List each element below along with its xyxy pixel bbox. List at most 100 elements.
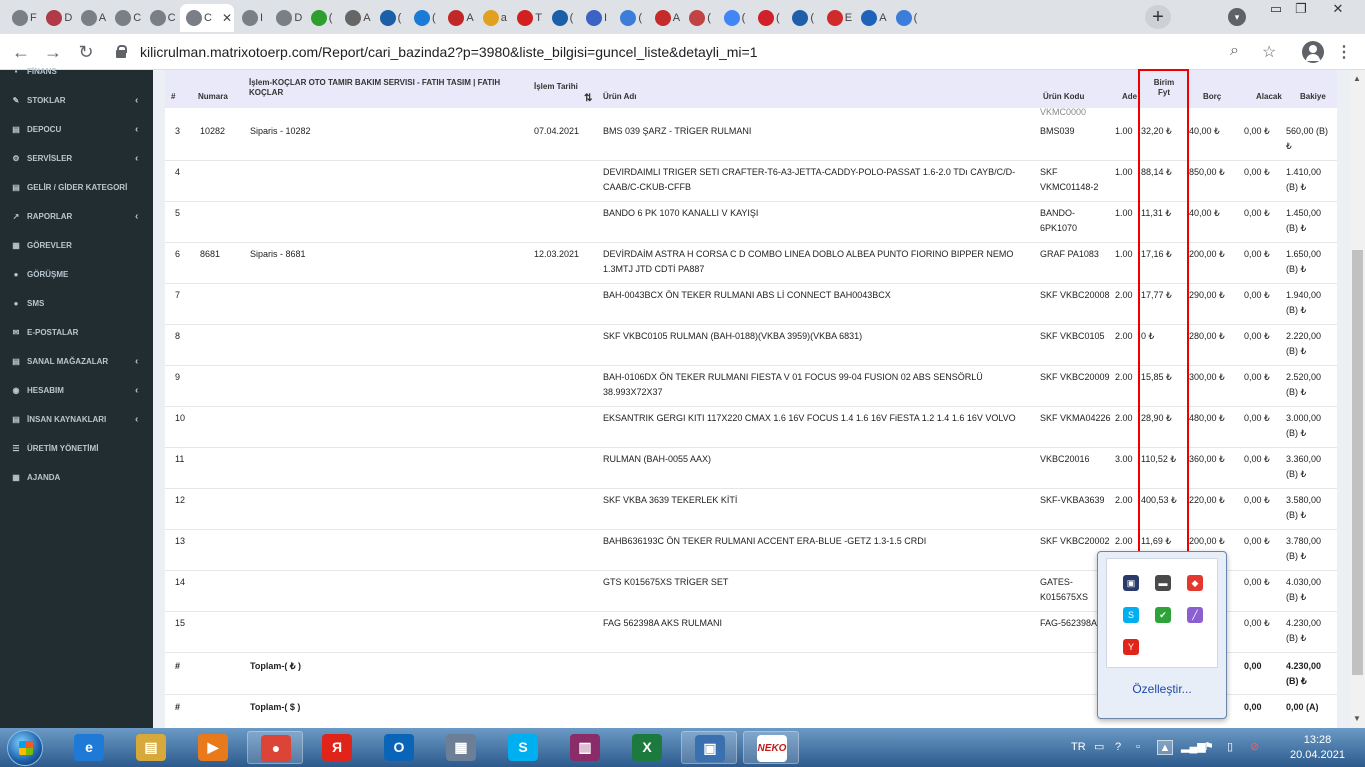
start-button[interactable]	[7, 730, 43, 766]
profile-avatar[interactable]	[1302, 41, 1324, 63]
totals-alacak: 0,00	[1244, 702, 1262, 712]
meeting-icon: ●	[13, 270, 19, 279]
browser-tab[interactable]: I	[236, 4, 270, 32]
keyboard-tray-icon[interactable]: ▭	[1094, 728, 1104, 767]
browser-tab[interactable]: a	[477, 4, 511, 32]
close-window-button[interactable]: ✕	[1328, 0, 1348, 18]
browser-tab[interactable]: C	[144, 4, 178, 32]
sidebar-item[interactable]: ● GÖRÜŞME	[0, 265, 153, 285]
calculator-app[interactable]: ▦	[433, 731, 489, 764]
browser-tab[interactable]: (	[890, 4, 924, 32]
help-tray-icon[interactable]: ?	[1115, 728, 1121, 767]
flag-tray-icon[interactable]: ⚑	[1204, 728, 1214, 767]
explorer-app[interactable]: ▤	[123, 731, 179, 764]
pen-tray-icon[interactable]: ╱	[1187, 607, 1203, 623]
ie-app[interactable]: e	[61, 731, 117, 764]
zoom-icon[interactable]: ⌕	[1230, 42, 1239, 60]
new-tab-button[interactable]: +	[1145, 5, 1171, 29]
browser-tab[interactable]: D	[270, 4, 304, 32]
sidebar-item[interactable]: ▦ AJANDA	[0, 468, 153, 488]
browser-tab[interactable]: (	[546, 4, 580, 32]
browser-tab[interactable]: (	[374, 4, 408, 32]
browser-tab[interactable]: (	[683, 4, 717, 32]
chrome-app[interactable]: ●	[247, 731, 303, 764]
minimize-button[interactable]: ▭	[1266, 0, 1286, 18]
sidebar-item[interactable]: ☰ ÜRETİM YÖNETİMİ	[0, 439, 153, 459]
forward-button[interactable]: →	[43, 42, 63, 62]
tab-title: A	[879, 12, 887, 24]
browser-tab[interactable]: I	[580, 4, 614, 32]
neko-app[interactable]: NEKO	[743, 731, 799, 764]
anydesk-tray-icon[interactable]: ◆	[1187, 575, 1203, 591]
sidebar-item[interactable]: ▤ İNSAN KAYNAKLARI ‹	[0, 410, 153, 430]
browser-tab[interactable]: C	[109, 4, 143, 32]
cell-kod: SKF-VKBA3639	[1040, 495, 1105, 505]
vertical-scrollbar[interactable]: ▲ ▼	[1350, 70, 1365, 728]
sidebar-item[interactable]: ▪ FİNANS	[0, 62, 153, 82]
scroll-up-icon[interactable]: ▲	[1353, 74, 1361, 83]
media-player-app[interactable]: ▶	[185, 731, 241, 764]
monitor-tray-icon[interactable]: ▣	[1123, 575, 1139, 591]
browser-tab[interactable]: (	[786, 4, 820, 32]
winrar-app[interactable]: ▥	[557, 731, 613, 764]
reload-button[interactable]: ↻	[76, 42, 96, 62]
browser-tab[interactable]: (	[718, 4, 752, 32]
sidebar-item[interactable]: ◉ HESABIM ‹	[0, 381, 153, 401]
browser-tab[interactable]: A	[75, 4, 109, 32]
browser-tab[interactable]: A	[339, 4, 373, 32]
browser-tab[interactable]: A	[649, 4, 683, 32]
back-button[interactable]: ←	[11, 42, 31, 62]
browser-tab[interactable]: A	[442, 4, 476, 32]
header-alacak: Alacak	[1256, 92, 1282, 101]
volume-muted-icon[interactable]: ⊘	[1250, 728, 1259, 767]
sidebar-item[interactable]: ↗ RAPORLAR ‹	[0, 207, 153, 227]
sidebar-item[interactable]: ✎ STOKLAR ‹	[0, 91, 153, 111]
yandex-tray-icon[interactable]: Y	[1123, 639, 1139, 655]
sort-icon[interactable]: ⇅	[584, 94, 592, 104]
tab-search-icon[interactable]: ▾	[1228, 8, 1246, 26]
url-text[interactable]: kilicrulman.matrixotoerp.com/Report/cari…	[140, 44, 758, 60]
cell-bakiye: 4.030,00 (B) ₺	[1286, 577, 1322, 602]
restore-button[interactable]: ❐	[1291, 0, 1311, 18]
language-indicator[interactable]: TR	[1071, 728, 1086, 767]
system-clock[interactable]: 13:28 20.04.2021	[1280, 733, 1355, 763]
browser-tab-active[interactable]: C ✕	[180, 4, 234, 32]
sidebar-item[interactable]: ▤ DEPOCU ‹	[0, 120, 153, 140]
sidebar-item[interactable]: ✉ E-POSTALAR	[0, 323, 153, 343]
browser-tab[interactable]: (	[305, 4, 339, 32]
scrollbar-thumb[interactable]	[1352, 250, 1363, 675]
excel-app[interactable]: X	[619, 731, 675, 764]
window-tray-icon[interactable]: ▫	[1136, 728, 1140, 767]
signal-tray-icon[interactable]: ▂▄▆	[1181, 728, 1206, 767]
sidebar-item[interactable]: ▤ SANAL MAĞAZALAR ‹	[0, 352, 153, 372]
browser-tab[interactable]: D	[40, 4, 74, 32]
show-hidden-icons-button[interactable]: ▲	[1157, 740, 1173, 755]
remote-desktop-app[interactable]: ▣	[681, 731, 737, 764]
sidebar-item[interactable]: ⚙ SERVİSLER ‹	[0, 149, 153, 169]
browser-tab[interactable]: (	[614, 4, 648, 32]
sidebar-item[interactable]: ● SMS	[0, 294, 153, 314]
mail-icon: ✉	[12, 328, 20, 337]
outlook-app[interactable]: O	[371, 731, 427, 764]
browser-tab[interactable]: T	[511, 4, 545, 32]
scroll-down-icon[interactable]: ▼	[1353, 714, 1361, 723]
browser-tab[interactable]: (	[408, 4, 442, 32]
yandex-app[interactable]: Я	[309, 731, 365, 764]
skype-app[interactable]: S	[495, 731, 551, 764]
calendar-icon: ▦	[12, 473, 20, 482]
browser-tab[interactable]: A	[855, 4, 889, 32]
browser-tab[interactable]: E	[821, 4, 855, 32]
browser-tab[interactable]: (	[752, 4, 786, 32]
device-tray-icon[interactable]: ▯	[1227, 728, 1233, 767]
check-tray-icon[interactable]: ✔	[1155, 607, 1171, 623]
sidebar-item[interactable]: ▦ GÖREVLER	[0, 236, 153, 256]
menu-kebab-icon[interactable]: ⋮	[1336, 42, 1352, 62]
skype-tray-icon[interactable]: S	[1123, 607, 1139, 623]
network-tray-icon[interactable]: ▬	[1155, 575, 1171, 591]
bookmark-star-icon[interactable]: ☆	[1262, 42, 1276, 62]
address-bar[interactable]: kilicrulman.matrixotoerp.com/Report/cari…	[108, 38, 1298, 66]
sidebar-item[interactable]: ▤ GELİR / GİDER KATEGORİ	[0, 178, 153, 198]
customize-link[interactable]: Özelleştir...	[1098, 682, 1226, 696]
tab-close-icon[interactable]: ✕	[222, 11, 232, 25]
browser-tab[interactable]: F	[6, 4, 40, 32]
